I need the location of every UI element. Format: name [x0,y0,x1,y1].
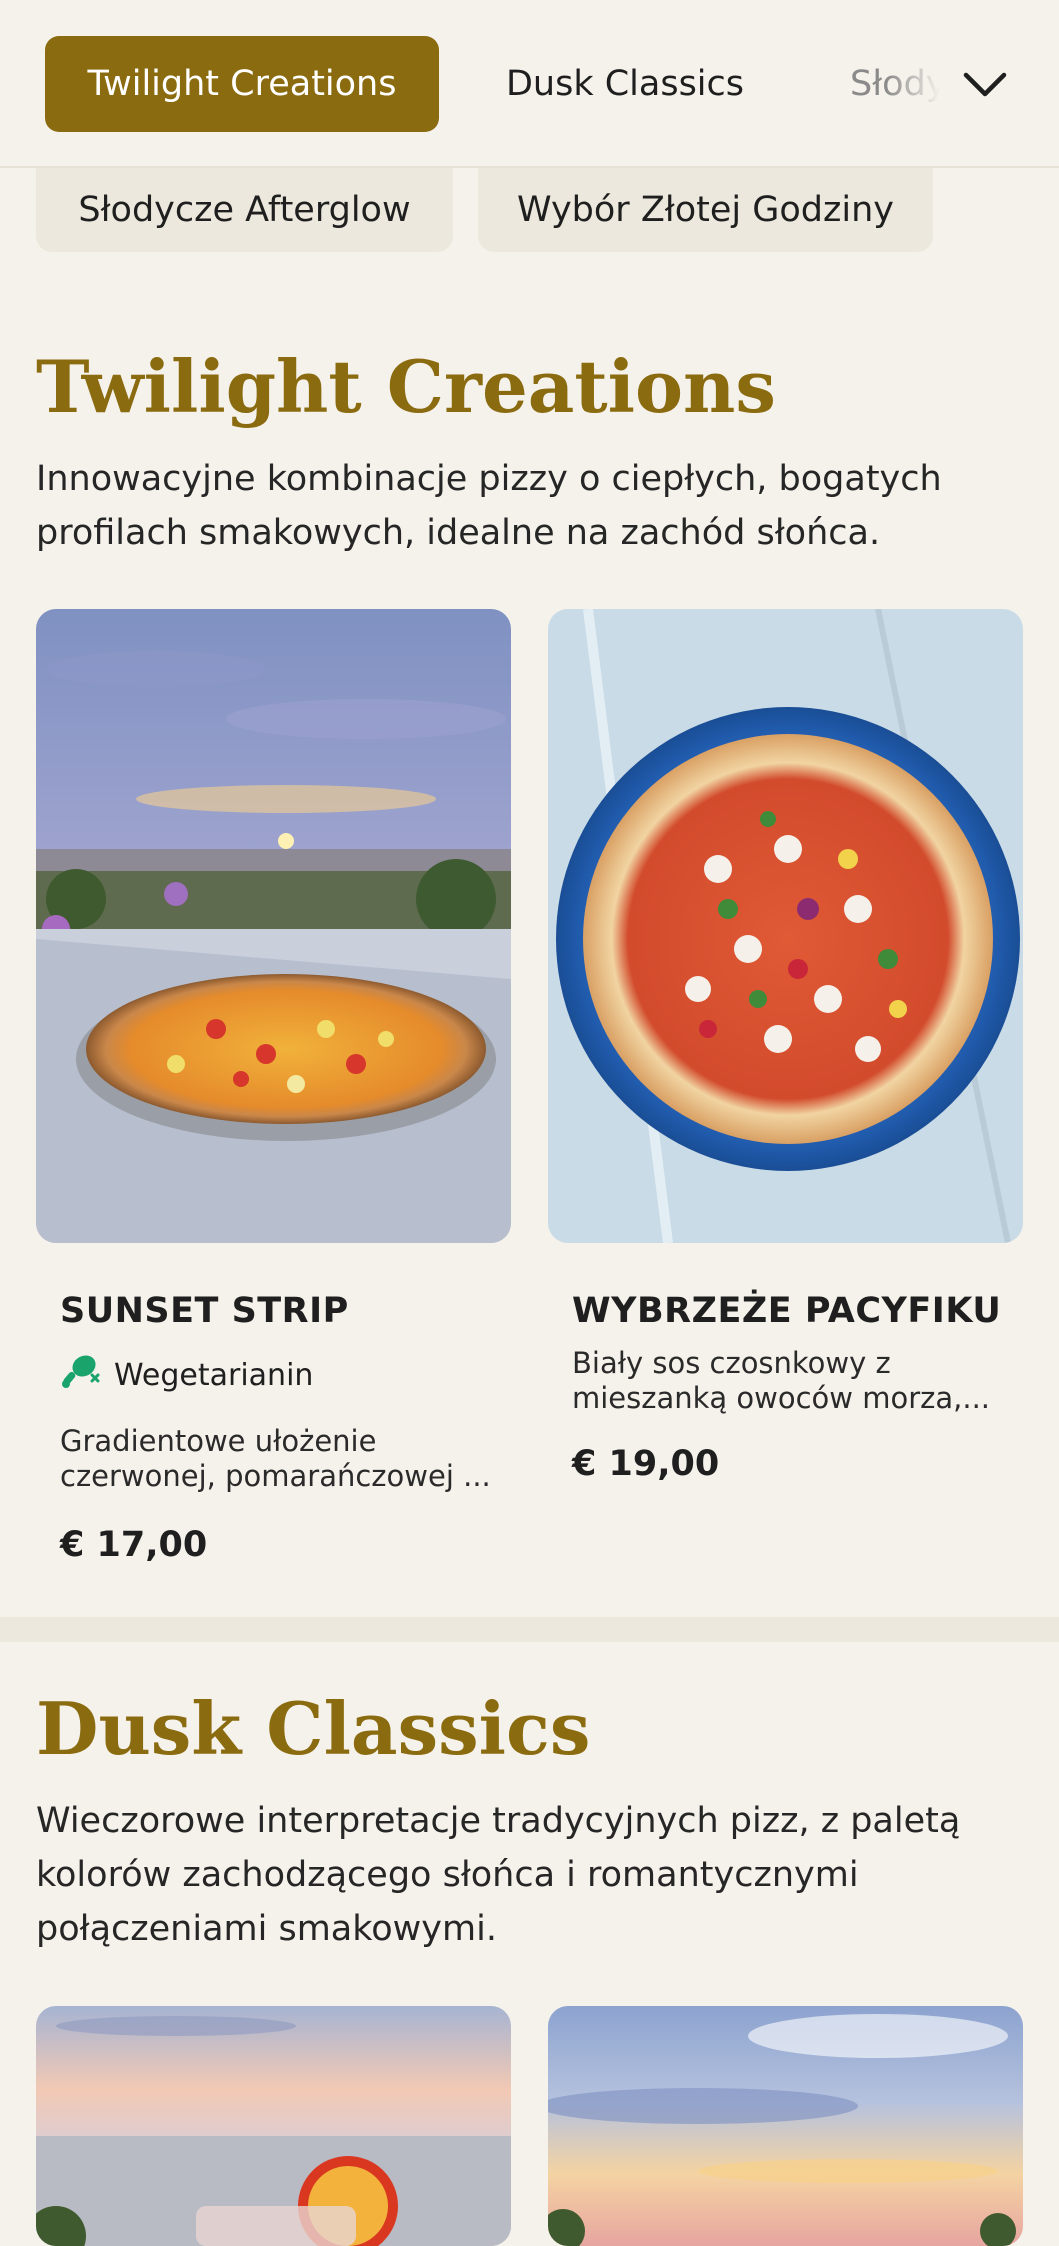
tab-dusk-classics[interactable]: Dusk Classics [470,36,780,132]
item-price: € 19,00 [572,1444,720,1484]
section-divider [0,1617,1059,1642]
dusk-classic-image-1[interactable] [36,2006,511,2246]
vegetarian-drumstick-crossed-icon [60,1351,100,1399]
tab-twilight-creations[interactable]: Twilight Creations [45,36,439,132]
tab-slodycze-afterglow[interactable]: Słodycze Afterglow [850,36,940,132]
vegetarian-tag: Wegetarianin [60,1351,313,1399]
item-description: Gradientowe ułożenie czerwonej, pomarańc… [60,1424,491,1493]
chip-slodycze-afterglow[interactable]: Słodycze Afterglow [36,168,453,252]
chip-wybor-zlotej-godziny[interactable]: Wybór Złotej Godziny [478,168,933,252]
dusk-classic-image-2[interactable] [548,2006,1023,2246]
vegetarian-label: Wegetarianin [114,1357,314,1393]
chevron-down-icon[interactable] [955,55,1015,115]
section-description: Innowacyjne kombinacje pizzy o ciepłych,… [36,459,942,553]
wybrzeze-pacyfiku-image[interactable] [548,609,1023,1243]
sunset-strip-image[interactable] [36,609,511,1243]
item-price: € 17,00 [60,1525,208,1565]
category-chips: Słodycze Afterglow Wybór Złotej Godziny [0,168,1059,258]
category-nav: Twilight Creations Dusk Classics Słodycz… [0,0,1059,168]
item-name[interactable]: SUNSET STRIP [60,1291,349,1331]
section-title: Dusk Classics [36,1686,591,1771]
section-title: Twilight Creations [36,344,776,429]
section-description: Wieczorowe interpretacje tradycyjnych pi… [36,1801,961,1949]
item-description: Biały sos czosnkowy z mieszanką owoców m… [572,1346,991,1415]
item-name[interactable]: WYBRZEŻE PACYFIKU [572,1291,1001,1331]
